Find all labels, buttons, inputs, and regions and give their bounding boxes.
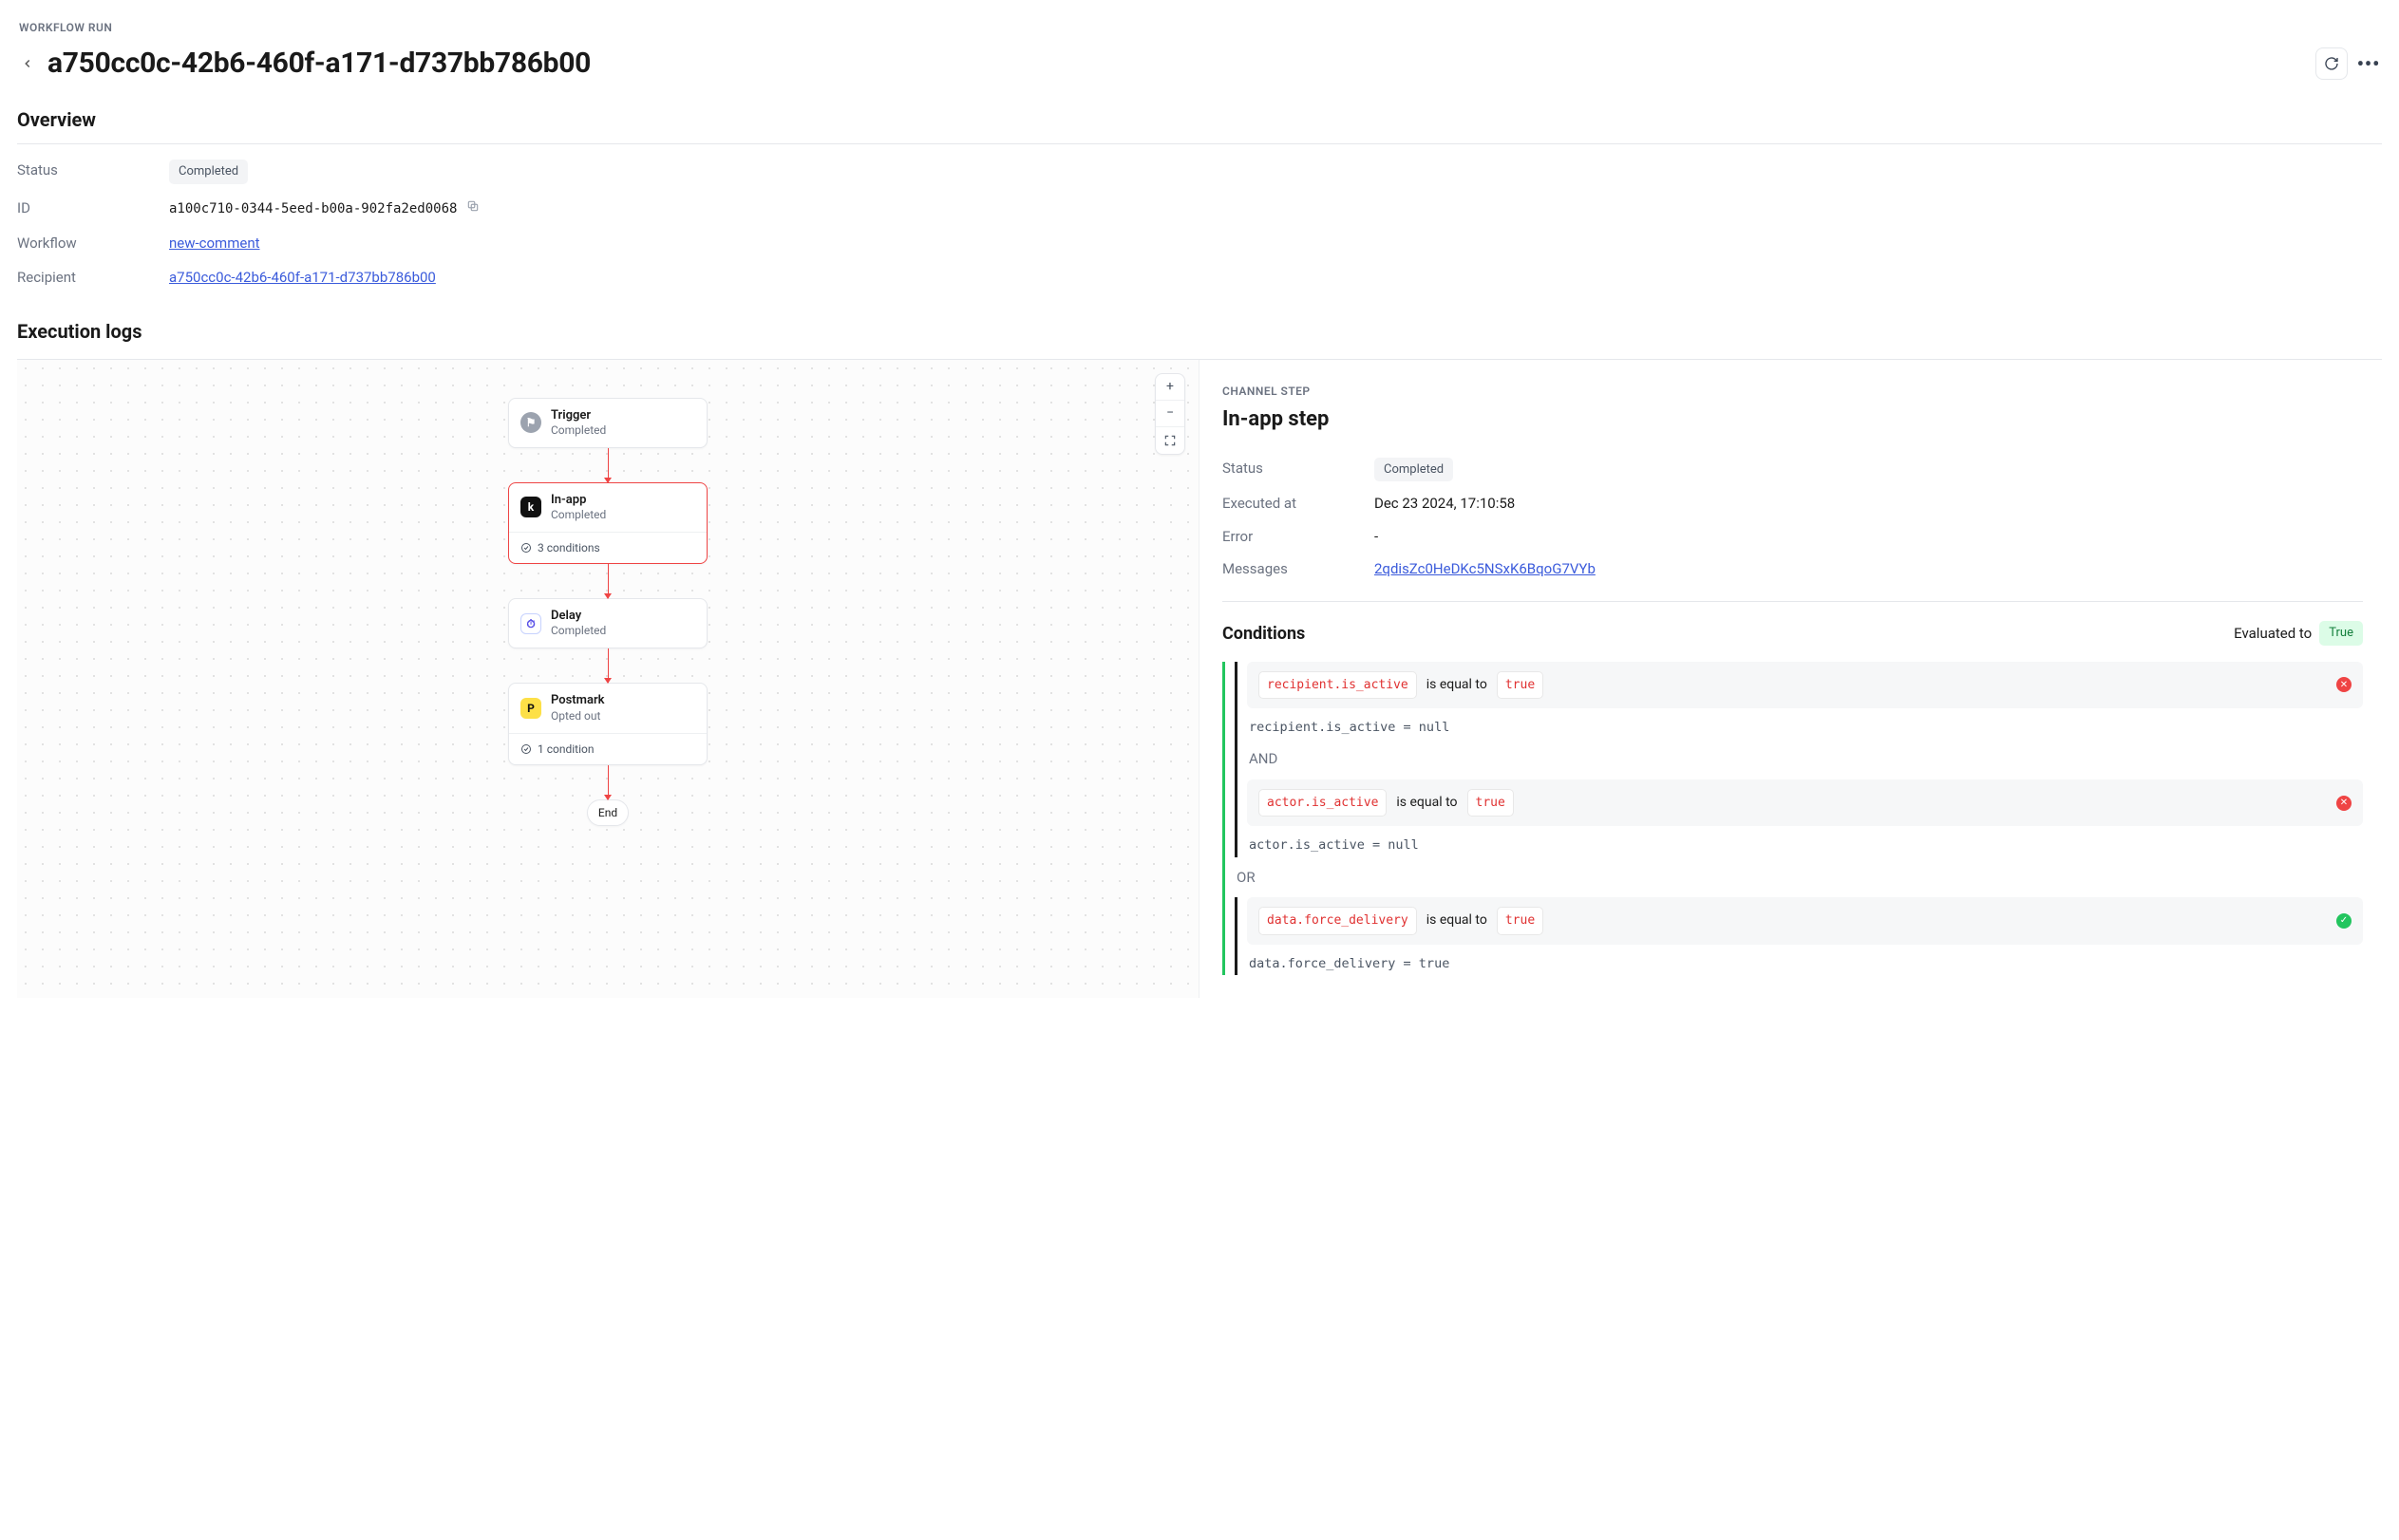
fit-button[interactable] (1156, 427, 1184, 454)
joiner-or: OR (1235, 857, 2363, 898)
detail-executed-label: Executed at (1222, 493, 1374, 515)
overview-grid: Status Completed ID a100c710-0344-5eed-b… (17, 160, 2382, 289)
page-title: a750cc0c-42b6-460f-a171-d737bb786b00 (47, 42, 591, 85)
condition-icon (520, 542, 532, 554)
overview-status-badge: Completed (169, 160, 248, 184)
detail-executed-value: Dec 23 2024, 17:10:58 (1374, 493, 2363, 515)
condition-group-or: data.force_delivery is equal to true ✓ d… (1235, 897, 2363, 975)
detail-status-label: Status (1222, 458, 1374, 482)
cond-field: actor.is_active (1258, 789, 1387, 817)
fail-icon: ✕ (2336, 677, 2352, 692)
cond-operator: is equal to (1426, 911, 1487, 930)
pass-icon: ✓ (2336, 913, 2352, 929)
refresh-button[interactable] (2315, 47, 2348, 80)
connector (608, 448, 609, 482)
node-delay[interactable]: ⏱ Delay Completed (508, 598, 708, 648)
condition-row: actor.is_active is equal to true ✕ (1247, 779, 2363, 827)
detail-error-label: Error (1222, 526, 1374, 548)
condition-group-outer: recipient.is_active is equal to true ✕ r… (1222, 662, 2363, 975)
cond-eval: data.force_delivery = true (1247, 945, 2363, 975)
evaluated-label: Evaluated to (2234, 623, 2312, 645)
joiner-and: AND (1247, 739, 2363, 779)
node-title: Trigger (551, 408, 606, 423)
cond-value: true (1497, 907, 1543, 935)
title-row: a750cc0c-42b6-460f-a171-d737bb786b00 ••• (17, 42, 2382, 85)
condition-icon (520, 743, 532, 755)
overview-id-label: ID (17, 197, 169, 219)
back-button[interactable] (17, 53, 38, 74)
node-end: End (587, 799, 629, 826)
zoom-out-button[interactable]: − (1156, 401, 1184, 427)
breadcrumb: WORKFLOW RUN (19, 19, 2382, 36)
execution-heading: Execution logs (17, 317, 2382, 346)
connector (608, 765, 609, 799)
overview-status-label: Status (17, 160, 169, 184)
canvas-controls: + − (1155, 373, 1185, 455)
evaluated-badge: True (2319, 621, 2363, 646)
cond-value: true (1497, 671, 1543, 700)
node-title: Postmark (551, 693, 604, 708)
detail-eyebrow: CHANNEL STEP (1222, 383, 2363, 400)
node-postmark[interactable]: P Postmark Opted out 1 condition (508, 683, 708, 764)
fail-icon: ✕ (2336, 796, 2352, 811)
zoom-in-button[interactable]: + (1156, 374, 1184, 401)
detail-error-value: - (1374, 526, 2363, 548)
plus-icon: + (1166, 377, 1174, 397)
detail-status-badge: Completed (1374, 458, 1453, 482)
more-button[interactable]: ••• (2355, 47, 2382, 80)
copy-icon (466, 199, 480, 213)
refresh-icon (2324, 56, 2339, 71)
node-subtitle: Completed (551, 624, 606, 638)
overview-id-value: a100c710-0344-5eed-b00a-902fa2ed0068 (169, 201, 457, 216)
node-title: Delay (551, 609, 606, 624)
detail-messages-label: Messages (1222, 558, 1374, 580)
node-subtitle: Opted out (551, 709, 604, 723)
app-icon: k (520, 497, 541, 517)
overview-recipient-label: Recipient (17, 267, 169, 289)
flag-icon: ⚑ (520, 412, 541, 433)
overview-workflow-label: Workflow (17, 233, 169, 254)
conditions-heading: Conditions (1222, 621, 1305, 647)
overview-heading: Overview (17, 105, 2382, 144)
condition-row: data.force_delivery is equal to true ✓ (1247, 897, 2363, 945)
detail-title: In-app step (1222, 404, 2363, 435)
overview-recipient-link[interactable]: a750cc0c-42b6-460f-a171-d737bb786b00 (169, 269, 436, 286)
node-subtitle: Completed (551, 423, 606, 438)
node-footer-text: 1 condition (538, 741, 594, 758)
condition-group-and: recipient.is_active is equal to true ✕ r… (1235, 662, 2363, 857)
expand-icon (1163, 434, 1177, 447)
minus-icon: − (1166, 404, 1174, 423)
postmark-icon: P (520, 698, 541, 719)
connector (608, 564, 609, 598)
cond-field: recipient.is_active (1258, 671, 1417, 700)
connector (608, 648, 609, 683)
chevron-left-icon (21, 57, 34, 70)
node-in-app[interactable]: k In-app Completed 3 conditions (508, 482, 708, 564)
cond-eval: actor.is_active = null (1247, 826, 2363, 856)
ellipsis-icon: ••• (2357, 49, 2381, 78)
detail-panel: CHANNEL STEP In-app step Status Complete… (1200, 360, 2382, 998)
condition-row: recipient.is_active is equal to true ✕ (1247, 662, 2363, 709)
node-footer-text: 3 conditions (538, 539, 600, 556)
node-title: In-app (551, 493, 606, 508)
node-subtitle: Completed (551, 508, 606, 522)
copy-id-button[interactable] (466, 199, 480, 216)
timer-icon: ⏱ (520, 613, 541, 634)
detail-messages-link[interactable]: 2qdisZc0HeDKc5NSxK6BqoG7VYb (1374, 560, 1596, 577)
overview-workflow-link[interactable]: new-comment (169, 235, 260, 252)
cond-field: data.force_delivery (1258, 907, 1417, 935)
cond-value: true (1467, 789, 1514, 817)
cond-operator: is equal to (1396, 793, 1457, 813)
execution-canvas[interactable]: + − ⚑ Trigger Completed (17, 360, 1200, 998)
node-trigger[interactable]: ⚑ Trigger Completed (508, 398, 708, 448)
cond-operator: is equal to (1426, 675, 1487, 695)
cond-eval: recipient.is_active = null (1247, 708, 2363, 739)
